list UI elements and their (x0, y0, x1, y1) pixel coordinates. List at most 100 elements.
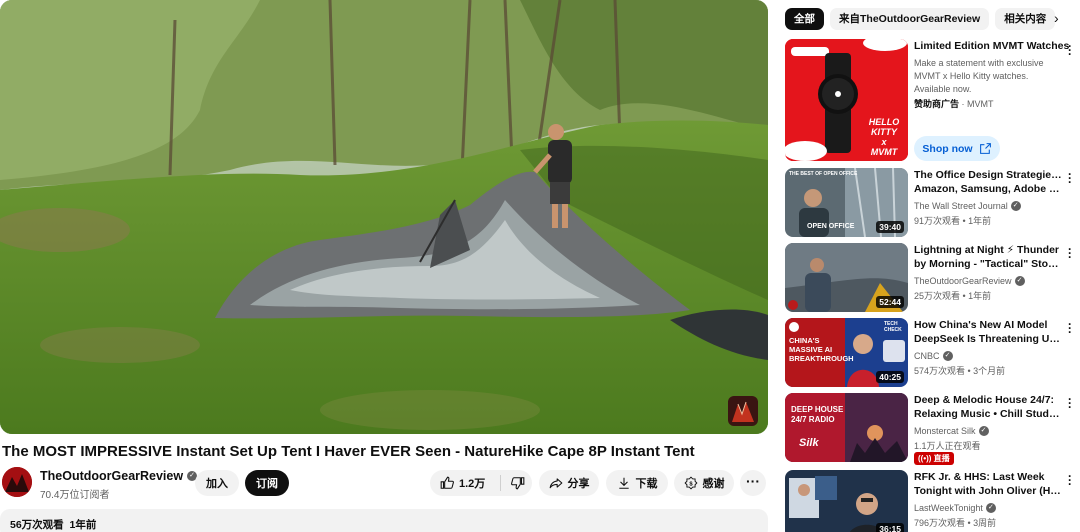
external-link-icon (979, 143, 991, 154)
subscribe-label: 订阅 (256, 478, 278, 490)
rec-title-line: Deep & Melodic House 24/7: (914, 394, 1055, 406)
subscribe-button[interactable]: 订阅 (245, 470, 289, 496)
join-label: 加入 (206, 478, 228, 490)
shop-now-button[interactable]: Shop now (914, 136, 1000, 161)
rec-title: RFK Jr. & HHS: Last Week Tonight with Jo… (914, 470, 1062, 498)
video-thumbnail[interactable]: 52:44 (785, 243, 908, 312)
thanks-button[interactable]: $ 感谢 (674, 470, 734, 496)
ad-thumb-line: KITTY (871, 127, 897, 137)
rec-channel: CNBC ✓ (914, 351, 953, 361)
ad-menu-icon[interactable]: · · · (1066, 40, 1074, 60)
ad-thumb-line: MVMT (870, 147, 898, 157)
rec-menu-icon[interactable]: · · · (1066, 318, 1074, 338)
rec-channel: The Wall Street Journal ✓ (914, 201, 1021, 211)
ad-thumb-line: HELLO (868, 117, 900, 127)
rec-channel: TheOutdoorGearReview ✓ (914, 276, 1025, 286)
chevron-right-icon[interactable]: › (1054, 10, 1059, 26)
subscriber-count: 70.4万位订阅者 (40, 490, 110, 501)
rec-title-line: The Office Design Strategies of (914, 169, 1062, 181)
rec-channel: Monstercat Silk ✓ (914, 426, 989, 436)
thanks-label: 感谢 (702, 478, 725, 490)
rec-title: How China's New AI Model DeepSeek Is Thr… (914, 318, 1062, 346)
channel-avatar[interactable] (2, 467, 32, 497)
channel-name-text[interactable]: TheOutdoorGearReview (40, 469, 183, 483)
view-count: 56万次观看 (10, 519, 64, 531)
rec-title-line: DeepSeek Is Threatening U.S.... (914, 333, 1062, 345)
rec-channel-name: Monstercat Silk (914, 426, 976, 436)
sponsor-name: MVMT (967, 99, 994, 109)
live-badge: ((•)) 直播 (914, 452, 954, 465)
rec-title-line: RFK Jr. & HHS: Last Week (914, 471, 1045, 483)
rec-title-line: Tonight with John Oliver (HBO) (914, 485, 1062, 497)
ad-title[interactable]: Limited Edition MVMT Watches (914, 40, 1069, 52)
video-thumbnail[interactable]: 36:15 (785, 470, 908, 532)
chip-from-channel[interactable]: 来自TheOutdoorGearReview (830, 8, 990, 30)
video-thumbnail[interactable]: THE BEST OF OPEN OFFICE OPEN OFFICE 39:4… (785, 168, 908, 237)
share-icon (549, 478, 562, 489)
rec-channel-name: The Wall Street Journal (914, 201, 1008, 211)
more-actions-icon[interactable]: ··· (740, 470, 766, 496)
download-icon (618, 477, 629, 489)
rec-menu-icon[interactable]: · · · (1066, 470, 1074, 490)
thumb-up-icon (440, 476, 454, 489)
channel-watermark[interactable] (728, 396, 758, 426)
house-radio-image (785, 393, 908, 462)
share-label: 分享 (567, 478, 590, 490)
video-player[interactable] (0, 0, 768, 434)
rec-title-line: Lightning at Night ⚡ Thunder (914, 244, 1060, 256)
video-thumbnail[interactable]: DEEP HOUSE 24/7 RADIO Silk (785, 393, 908, 462)
rec-meta: 1.1万人正在观看 (914, 441, 981, 451)
verified-icon: ✓ (1014, 276, 1025, 286)
share-button[interactable]: 分享 (539, 470, 599, 496)
thumb-brand: Silk (799, 437, 819, 449)
rec-channel-name: CNBC (914, 351, 940, 361)
chip-all[interactable]: 全部 (785, 8, 824, 30)
rec-menu-icon[interactable]: · · · (1066, 393, 1074, 413)
rec-channel-name: TheOutdoorGearReview (914, 276, 1012, 286)
svg-text:$: $ (689, 481, 693, 487)
thumb-caption: THE BEST OF OPEN OFFICE (789, 171, 858, 177)
upload-age: 1年前 (69, 519, 97, 531)
like-button[interactable]: 1.2万 (430, 470, 500, 496)
description-box[interactable]: 56万次观看 1年前 (0, 509, 768, 532)
thumb-down-icon (511, 477, 525, 490)
thumb-badge: TECH CHECK (883, 320, 908, 334)
rec-title-line: by Morning - "Tactical" Storm... (914, 258, 1062, 270)
sponsor-label: 赞助商广告 (914, 99, 960, 109)
download-label: 下载 (635, 478, 658, 490)
rec-title: Deep & Melodic House 24/7: Relaxing Musi… (914, 393, 1062, 421)
recommendation-item[interactable]: CHINA'S MASSIVE AI BREAKTHROUGH TECH CHE… (785, 318, 1075, 388)
recommendation-item[interactable]: THE BEST OF OPEN OFFICE OPEN OFFICE 39:4… (785, 168, 1075, 238)
dislike-button[interactable] (501, 470, 525, 496)
verified-icon: ✓ (978, 426, 989, 436)
video-thumbnail[interactable]: CHINA'S MASSIVE AI BREAKTHROUGH TECH CHE… (785, 318, 908, 387)
rec-meta: 796万次观看 • 3周前 (914, 518, 997, 528)
ad-thumb-line: x (881, 137, 887, 147)
ad-description: Make a statement with exclusive MVMT x H… (914, 58, 1044, 94)
rec-menu-icon[interactable]: · · · (1066, 243, 1074, 263)
channel-name[interactable]: TheOutdoorGearReview ✓ (40, 469, 198, 483)
rec-title-line: How China's New AI Model (914, 319, 1048, 331)
rec-channel-name: LastWeekTonight (914, 503, 983, 513)
verified-icon: ✓ (985, 503, 996, 513)
rec-title-line: Relaxing Music • Chill Study... (914, 408, 1062, 420)
chip-related[interactable]: 相关内容 (995, 8, 1056, 30)
recommendation-item[interactable]: 36:15 RFK Jr. & HHS: Last Week Tonight w… (785, 470, 1075, 532)
filter-chips: 全部 来自TheOutdoorGearReview 相关内容 (785, 8, 1056, 30)
rec-title-line: Amazon, Samsung, Adobe and... (914, 183, 1062, 195)
rec-channel: LastWeekTonight ✓ (914, 503, 996, 513)
rec-title: Lightning at Night ⚡ Thunder by Morning … (914, 243, 1062, 271)
duration-badge: 36:15 (876, 523, 904, 532)
rec-menu-icon[interactable]: · · · (1066, 168, 1074, 188)
recommendation-item[interactable]: 52:44 Lightning at Night ⚡ Thunder by Mo… (785, 243, 1075, 313)
duration-badge: 40:25 (876, 371, 904, 383)
recommendation-item[interactable]: DEEP HOUSE 24/7 RADIO Silk Deep & Melodi… (785, 393, 1075, 465)
description-meta: 56万次观看 1年前 (10, 517, 96, 532)
ad-thumbnail[interactable]: HELLO KITTY x MVMT (785, 39, 908, 161)
ad-sponsor-line: 赞助商广告 · MVMT (914, 99, 994, 109)
download-button[interactable]: 下载 (606, 470, 668, 496)
super-thanks-icon: $ (684, 476, 697, 490)
thumb-text: CHINA'S MASSIVE AI BREAKTHROUGH (789, 336, 854, 363)
video-frame (0, 0, 768, 434)
join-button[interactable]: 加入 (195, 470, 239, 496)
